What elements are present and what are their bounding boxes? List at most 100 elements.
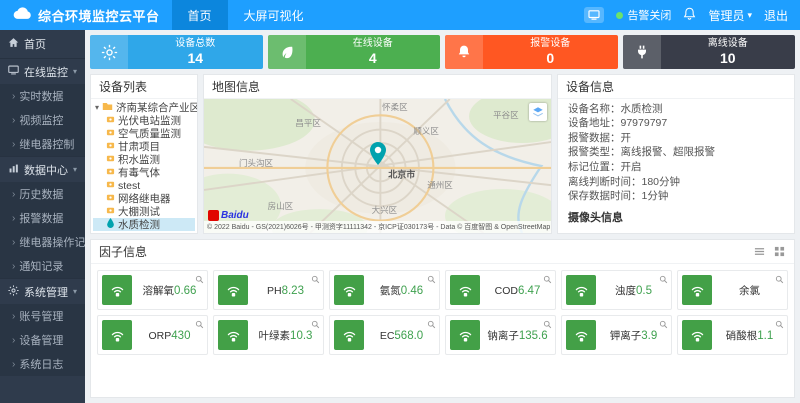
factor-name: EC xyxy=(380,330,395,342)
magnifier-icon[interactable] xyxy=(775,318,784,332)
bell-icon xyxy=(445,35,483,69)
factor-name: 氨氮 xyxy=(380,285,401,297)
notification-bell-icon[interactable] xyxy=(683,7,696,23)
folder-icon xyxy=(102,102,113,114)
factor-name: 叶绿素 xyxy=(259,330,291,342)
stat-card-offline-devices: 离线设备 10 xyxy=(623,35,796,69)
device-info-panel: 设备信息 设备名称：水质检测 设备地址：97979797 报警数据：开 报警类型… xyxy=(557,74,795,234)
caret-down-icon: ▾ xyxy=(95,103,99,112)
sidebar-item-alarm-data[interactable]: ›报警数据 xyxy=(0,206,85,230)
map-marker-pin[interactable] xyxy=(369,142,387,169)
sidebar-section-online-monitoring[interactable]: 在线监控 ▾ xyxy=(0,58,85,84)
stat-value: 14 xyxy=(187,50,203,66)
tree-item[interactable]: 有毒气体 xyxy=(93,166,195,179)
sidebar-item-relay-log[interactable]: ›继电器操作记录 xyxy=(0,230,85,254)
sidebar-section-system-management[interactable]: 系统管理 ▾ xyxy=(0,278,85,304)
sidebar-item-home[interactable]: 首页 xyxy=(0,30,85,58)
factor-card[interactable]: PH8.23 xyxy=(213,270,324,310)
magnifier-icon[interactable] xyxy=(427,273,436,287)
chevron-down-icon: ▾ xyxy=(747,10,752,21)
info-row: 保存数据时间：1分钟 xyxy=(558,190,794,205)
factor-card[interactable]: 钾离子3.9 xyxy=(561,315,672,355)
map-layers-button[interactable] xyxy=(529,103,547,121)
magnifier-icon[interactable] xyxy=(543,273,552,287)
magnifier-icon[interactable] xyxy=(195,273,204,287)
map-district-label: 怀柔区 xyxy=(382,101,408,113)
device-icon xyxy=(106,206,115,218)
logout-link[interactable]: 退出 xyxy=(764,7,788,24)
sidebar-section-data-center[interactable]: 数据中心 ▾ xyxy=(0,156,85,182)
bigscreen-icon[interactable] xyxy=(584,7,604,23)
magnifier-icon[interactable] xyxy=(775,273,784,287)
sensor-signal-icon xyxy=(102,275,132,305)
map-district-label: 昌平区 xyxy=(295,117,321,129)
magnifier-icon[interactable] xyxy=(427,318,436,332)
sensor-signal-icon xyxy=(566,275,596,305)
camera-empty-text: 暂无摄像头信息 xyxy=(558,231,794,233)
stat-label: 在线设备 xyxy=(353,38,393,50)
factor-card[interactable]: EC568.0 xyxy=(329,315,440,355)
chevron-right-icon: › xyxy=(12,237,15,248)
monitor-icon xyxy=(8,65,19,78)
sidebar-item-relay-control[interactable]: ›继电器控制 xyxy=(0,132,85,156)
sidebar-item-video-monitoring[interactable]: ›视频监控 xyxy=(0,108,85,132)
stat-value: 4 xyxy=(369,50,377,66)
chevron-right-icon: › xyxy=(12,115,15,126)
grid-view-icon[interactable] xyxy=(772,245,786,259)
tree-item-selected[interactable]: 水质检测 xyxy=(93,218,195,231)
factor-card[interactable]: 余氯 xyxy=(677,270,788,310)
baidu-logo[interactable]: Baidu xyxy=(208,210,249,221)
magnifier-icon[interactable] xyxy=(195,318,204,332)
factor-value: 0.66 xyxy=(174,285,196,297)
list-view-icon[interactable] xyxy=(752,245,766,259)
map-district-label: 门头沟区 xyxy=(239,157,273,169)
chevron-right-icon: › xyxy=(12,311,15,322)
sidebar-item-history-data[interactable]: ›历史数据 xyxy=(0,182,85,206)
map-attribution: © 2022 Baidu - GS(2021)6026号 - 甲测资字11111… xyxy=(204,221,551,233)
magnifier-icon[interactable] xyxy=(311,318,320,332)
factor-card[interactable]: 钠离子135.6 xyxy=(445,315,556,355)
map-city-label: 北京市 xyxy=(388,168,415,181)
device-icon xyxy=(106,193,115,205)
map-canvas[interactable]: 昌平区 顺义区 怀柔区 平谷区 门头沟区 通州区 大兴区 房山区 北京市 xyxy=(204,99,551,233)
factor-card[interactable]: COD6.47 xyxy=(445,270,556,310)
factor-value: 568.0 xyxy=(394,330,423,342)
top-header: 综合环境监控云平台 首页 大屏可视化 告警关闭 管理员 ▾ 退出 xyxy=(0,0,800,30)
magnifier-icon[interactable] xyxy=(659,273,668,287)
map-district-label: 顺义区 xyxy=(413,125,439,137)
stat-label: 离线设备 xyxy=(708,38,748,50)
nav-bigscreen[interactable]: 大屏可视化 xyxy=(228,0,320,30)
magnifier-icon[interactable] xyxy=(659,318,668,332)
user-menu[interactable]: 管理员 ▾ xyxy=(708,7,752,24)
alarm-toggle[interactable]: 告警关闭 xyxy=(616,7,671,23)
factor-card[interactable]: 硝酸根1.1 xyxy=(677,315,788,355)
sidebar-item-notification-log[interactable]: ›通知记录 xyxy=(0,254,85,278)
sensor-signal-icon xyxy=(450,275,480,305)
magnifier-icon[interactable] xyxy=(543,318,552,332)
stat-cards-row: 设备总数 14 在线设备 4 xyxy=(90,35,795,69)
factor-card[interactable]: 叶绿素10.3 xyxy=(213,315,324,355)
factor-card[interactable]: ORP430 xyxy=(97,315,208,355)
sensor-signal-icon xyxy=(102,320,132,350)
sensor-signal-icon xyxy=(334,320,364,350)
factor-card[interactable]: 氨氮0.46 xyxy=(329,270,440,310)
gear-icon xyxy=(8,285,19,299)
sidebar-item-account-management[interactable]: ›账号管理 xyxy=(0,304,85,328)
camera-section-title: 摄像头信息 xyxy=(558,204,794,226)
chevron-right-icon: › xyxy=(12,335,15,346)
factor-value: 0.46 xyxy=(401,285,423,297)
main-content: 设备总数 14 在线设备 4 xyxy=(85,30,800,403)
sidebar-item-realtime-data[interactable]: ›实时数据 xyxy=(0,84,85,108)
bar-chart-icon xyxy=(8,163,19,177)
factor-card[interactable]: 浊度0.5 xyxy=(561,270,672,310)
factor-name: 溶解氧 xyxy=(143,285,175,297)
sidebar: 首页 在线监控 ▾ ›实时数据 ›视频监控 ›继电器控制 数据中心 ▾ ›历史数… xyxy=(0,30,85,403)
sidebar-item-device-management[interactable]: ›设备管理 xyxy=(0,328,85,352)
magnifier-icon[interactable] xyxy=(311,273,320,287)
chevron-right-icon: › xyxy=(12,189,15,200)
sidebar-item-system-log[interactable]: ›系统日志 xyxy=(0,352,85,376)
nav-home[interactable]: 首页 xyxy=(172,0,228,30)
factor-card[interactable]: 溶解氧0.66 xyxy=(97,270,208,310)
device-icon xyxy=(106,141,115,153)
chevron-down-icon: ▾ xyxy=(73,165,77,174)
